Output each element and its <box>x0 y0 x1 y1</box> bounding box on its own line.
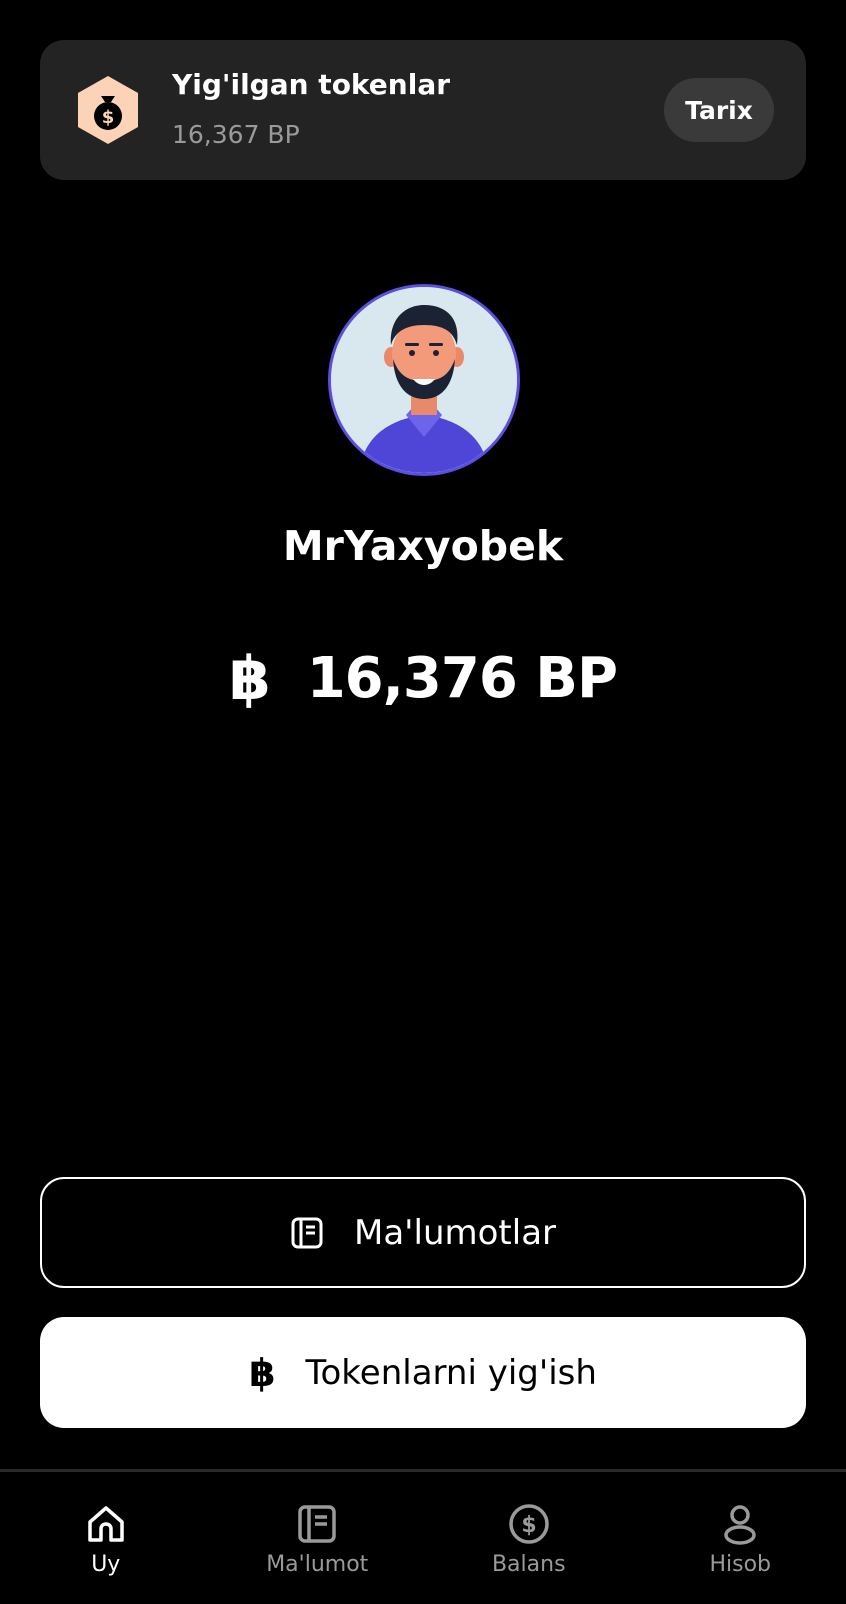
nav-item-home[interactable]: Uy <box>0 1472 212 1604</box>
bottom-nav: Uy Ma'lumot $ Balans Hisob <box>0 1469 846 1604</box>
money-bag-icon: $ <box>72 74 144 146</box>
svg-text:$: $ <box>521 1513 536 1538</box>
balance-display: ฿ 16,376 BP <box>0 646 846 711</box>
avatar <box>328 284 520 476</box>
notebook-icon <box>298 1505 336 1543</box>
info-button[interactable]: Ma'lumotlar <box>40 1177 806 1288</box>
svg-text:$: $ <box>102 107 115 128</box>
home-screen: $ Yig'ilgan tokenlar 16,367 BP Tarix MrY… <box>0 0 846 1604</box>
nav-item-label: Hisob <box>709 1552 772 1577</box>
baht-icon: ฿ <box>249 1350 276 1395</box>
history-button[interactable]: Tarix <box>664 78 774 142</box>
notebook-icon <box>290 1216 324 1250</box>
balance-value: 16,376 BP <box>306 646 618 711</box>
nav-item-info[interactable]: Ma'lumot <box>212 1472 424 1604</box>
collected-tokens-amount: 16,367 BP <box>172 120 300 149</box>
home-icon <box>88 1506 124 1542</box>
nav-item-label: Ma'lumot <box>266 1552 369 1577</box>
collect-tokens-button[interactable]: ฿ Tokenlarni yig'ish <box>40 1317 806 1428</box>
collect-tokens-button-label: Tokenlarni yig'ish <box>305 1352 597 1393</box>
nav-item-label: Uy <box>91 1552 121 1577</box>
nav-item-balance[interactable]: $ Balans <box>423 1472 635 1604</box>
baht-icon: ฿ <box>228 643 271 714</box>
collected-tokens-card: $ Yig'ilgan tokenlar 16,367 BP Tarix <box>40 40 806 180</box>
username: MrYaxyobek <box>282 522 564 570</box>
nav-item-account[interactable]: Hisob <box>635 1472 846 1604</box>
avatar-man-icon <box>331 287 517 473</box>
info-button-label: Ma'lumotlar <box>353 1212 557 1253</box>
collected-tokens-title: Yig'ilgan tokenlar <box>172 68 451 101</box>
nav-item-label: Balans <box>491 1552 566 1577</box>
dollar-circle-icon: $ <box>509 1504 549 1544</box>
user-icon <box>724 1505 756 1545</box>
